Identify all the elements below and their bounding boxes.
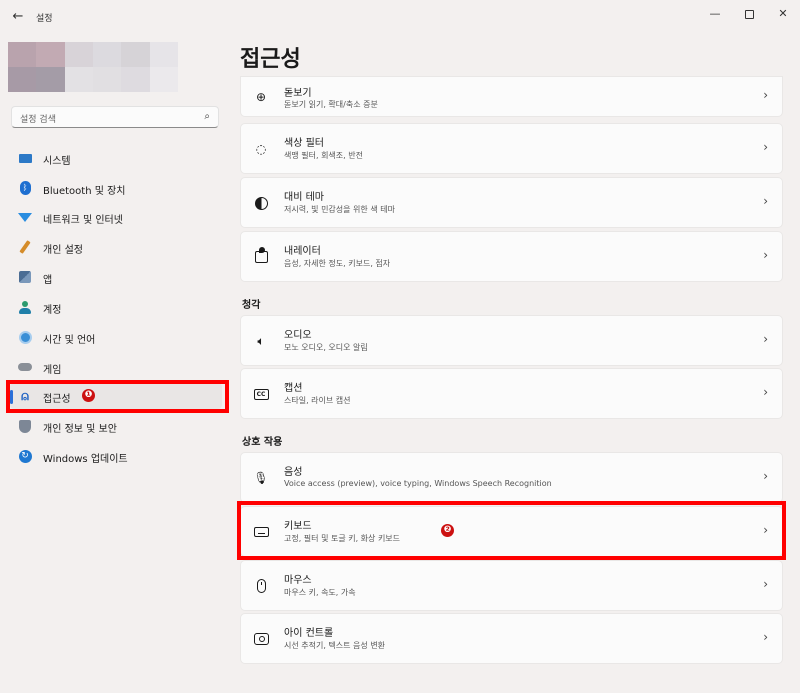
card-subtitle: Voice access (preview), voice typing, Wi… <box>284 479 552 488</box>
sidebar-item-label: 시간 및 언어 <box>43 335 96 346</box>
app-title: 설정 <box>36 14 53 24</box>
card-title: 오디오 <box>284 330 312 341</box>
sidebar-item-gaming[interactable]: 게임 <box>10 354 222 380</box>
card-title: 대비 테마 <box>284 192 324 203</box>
card-contrast-themes[interactable]: 대비 테마 저시력, 빛 민감성을 위한 색 테마 › <box>240 177 783 228</box>
card-subtitle: 스타일, 라이브 캡션 <box>284 396 351 405</box>
maximize-icon <box>744 9 754 19</box>
account-icon <box>18 300 32 314</box>
page-title: 접근성 <box>240 47 301 72</box>
card-narrator[interactable]: 내레이터 음성, 자세한 정도, 키보드, 점자 › <box>240 231 783 282</box>
sidebar-item-personalization[interactable]: 개인 설정 <box>10 234 222 260</box>
apps-icon <box>18 270 32 284</box>
card-title: 마우스 <box>284 575 312 586</box>
chevron-right-icon: › <box>763 577 768 591</box>
captions-icon: CC <box>253 386 269 402</box>
account-avatar[interactable] <box>8 42 178 92</box>
microphone-icon: 🎙︎ <box>253 471 269 485</box>
card-eye-control[interactable]: 아이 컨트롤 시선 추적기, 텍스트 음성 변환 › <box>240 613 783 664</box>
card-subtitle: 색맹 필터, 회색조, 반전 <box>284 151 363 160</box>
card-subtitle: 저시력, 빛 민감성을 위한 색 테마 <box>284 205 395 214</box>
card-title: 아이 컨트롤 <box>284 628 334 639</box>
chevron-right-icon: › <box>763 248 768 262</box>
brush-icon <box>18 240 32 254</box>
card-title: 캡션 <box>284 383 303 394</box>
card-subtitle: 시선 추적기, 텍스트 음성 변환 <box>284 641 386 650</box>
sidebar-item-accounts[interactable]: 계정 <box>10 294 222 320</box>
clock-globe-icon <box>18 330 32 344</box>
narrator-icon <box>253 247 269 265</box>
sidebar-item-label: 계정 <box>43 305 62 316</box>
chevron-right-icon: › <box>763 194 768 208</box>
chevron-right-icon: › <box>763 140 768 154</box>
wifi-icon <box>18 210 32 224</box>
eye-control-icon <box>253 631 269 647</box>
sidebar-item-network[interactable]: 네트워크 및 인터넷 <box>10 204 222 230</box>
card-title: 돋보기 <box>284 88 312 99</box>
chevron-right-icon: › <box>763 332 768 346</box>
maximize-button[interactable] <box>734 4 764 24</box>
chevron-right-icon: › <box>763 88 768 102</box>
card-mouse[interactable]: 마우스 마우스 키, 속도, 가속 › <box>240 560 783 611</box>
bluetooth-icon: ᛒ <box>18 181 32 195</box>
card-speech[interactable]: 🎙︎ 음성 Voice access (preview), voice typi… <box>240 452 783 503</box>
card-captions[interactable]: CC 캡션 스타일, 라이브 캡션 › <box>240 368 783 419</box>
search-icon[interactable]: ⌕ <box>204 111 210 122</box>
sidebar-item-apps[interactable]: 앱 <box>10 264 222 290</box>
sidebar-item-label: 게임 <box>43 365 62 376</box>
sidebar-item-windows-update[interactable]: ↻ Windows 업데이트 <box>10 443 222 469</box>
magnifier-icon: ⊕ <box>255 90 267 104</box>
sidebar-item-bluetooth[interactable]: ᛒ Bluetooth 및 장치 <box>10 175 222 201</box>
sidebar-item-time-language[interactable]: 시간 및 언어 <box>10 324 222 350</box>
close-button[interactable]: ✕ <box>768 4 798 24</box>
card-subtitle: 돋보기 읽기, 확대/축소 증분 <box>284 100 378 109</box>
annotation-badge-1: ❶ <box>82 389 95 402</box>
minimize-button[interactable]: — <box>700 4 730 24</box>
sidebar-item-label: 시스템 <box>43 156 71 167</box>
highlight-box-accessibility <box>6 380 229 413</box>
palette-icon: ◌ <box>255 142 267 156</box>
back-arrow-icon[interactable]: ← <box>10 9 26 25</box>
annotation-badge-2: ❷ <box>441 524 454 537</box>
sidebar-item-label: 개인 정보 및 보안 <box>43 424 117 435</box>
section-header-interaction: 상호 작용 <box>242 437 283 448</box>
contrast-icon <box>253 195 269 211</box>
card-title: 음성 <box>284 467 303 478</box>
speaker-icon: 🔈︎ <box>257 333 265 348</box>
card-title: 색상 필터 <box>284 138 324 149</box>
card-color-filters[interactable]: ◌ 색상 필터 색맹 필터, 회색조, 반전 › <box>240 123 783 174</box>
system-icon <box>18 151 32 165</box>
sidebar-item-label: 네트워크 및 인터넷 <box>43 215 123 226</box>
gamepad-icon <box>18 360 32 374</box>
sidebar-item-label: Bluetooth 및 장치 <box>43 186 126 197</box>
search-placeholder: 설정 검색 <box>20 115 56 125</box>
update-icon: ↻ <box>18 449 32 463</box>
card-subtitle: 모노 오디오, 오디오 알림 <box>284 343 368 352</box>
sidebar-item-privacy[interactable]: 개인 정보 및 보안 <box>10 413 222 439</box>
card-title: 내레이터 <box>284 246 321 257</box>
sidebar-item-system[interactable]: 시스템 <box>10 145 222 171</box>
chevron-right-icon: › <box>763 630 768 644</box>
sidebar-item-label: Windows 업데이트 <box>43 454 128 465</box>
card-magnifier[interactable]: ⊕ 돋보기 돋보기 읽기, 확대/축소 증분 › <box>240 76 783 117</box>
section-header-hearing: 청각 <box>242 300 261 311</box>
card-subtitle: 마우스 키, 속도, 가속 <box>284 588 356 597</box>
card-subtitle: 음성, 자세한 정도, 키보드, 점자 <box>284 259 391 268</box>
sidebar-item-label: 앱 <box>43 275 53 286</box>
card-audio[interactable]: 🔈︎ 오디오 모노 오디오, 오디오 알림 › <box>240 315 783 366</box>
shield-icon <box>18 419 32 433</box>
chevron-right-icon: › <box>763 469 768 483</box>
search-input[interactable]: 설정 검색 ⌕ <box>11 106 219 128</box>
chevron-right-icon: › <box>763 385 768 399</box>
highlight-box-keyboard <box>237 501 786 560</box>
mouse-icon <box>253 578 269 594</box>
title-bar: ← 설정 — ✕ <box>0 0 800 34</box>
sidebar-item-label: 개인 설정 <box>43 245 83 256</box>
